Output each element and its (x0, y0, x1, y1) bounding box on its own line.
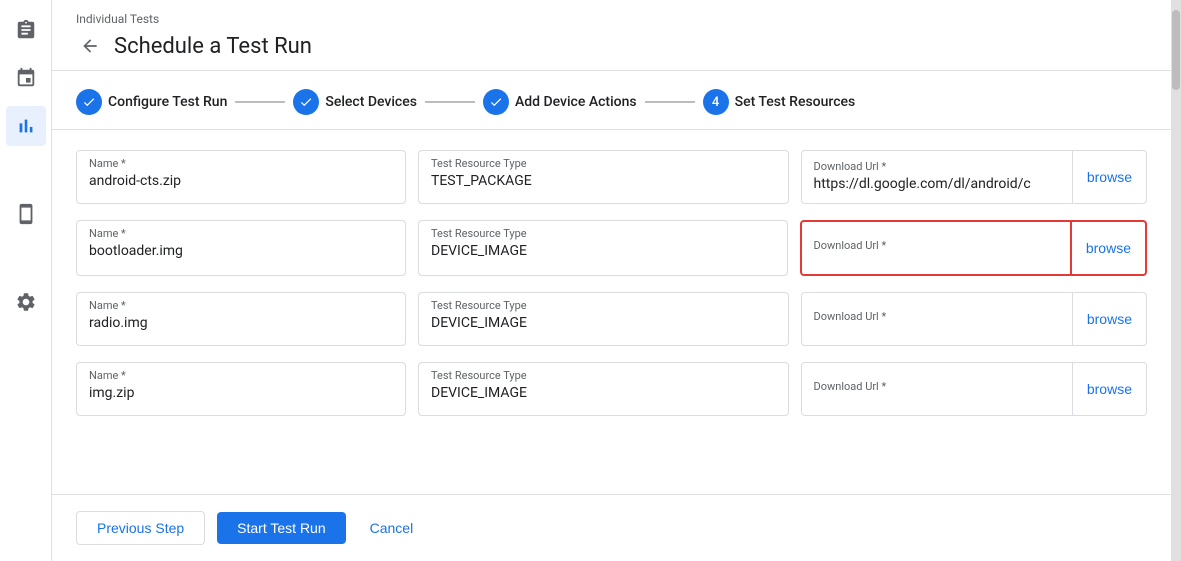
back-button[interactable] (76, 32, 104, 60)
url-label-1: Download Url * (814, 160, 887, 173)
header: Individual Tests Schedule a Test Run (52, 0, 1171, 71)
step-3-circle (483, 89, 509, 115)
url-inner-1: Download Url * https://dl.google.com/dl/… (802, 154, 1072, 200)
step-add-actions: Add Device Actions (483, 89, 637, 115)
name-value-4: img.zip (89, 371, 393, 401)
name-field-1: Name * android-cts.zip (76, 150, 406, 204)
cancel-button[interactable]: Cancel (358, 512, 426, 544)
step-2-label: Select Devices (325, 94, 417, 110)
url-inner-2: Download Url * (802, 233, 1070, 263)
type-label-3: Test Resource Type (431, 299, 527, 312)
resource-row-1: Name * android-cts.zip Test Resource Typ… (76, 150, 1147, 204)
name-label-1: Name * (89, 157, 126, 170)
main-content: Individual Tests Schedule a Test Run Con… (52, 0, 1171, 561)
stepper: Configure Test Run Select Devices Add De… (52, 71, 1171, 130)
url-label-4: Download Url * (814, 380, 887, 393)
step-1-label: Configure Test Run (108, 94, 227, 110)
browse-button-4[interactable]: browse (1072, 363, 1146, 415)
scrollbar-thumb[interactable] (1172, 10, 1180, 90)
url-inner-4: Download Url * (802, 374, 1072, 404)
url-container-3: Download Url * browse (801, 292, 1148, 346)
url-inner-3: Download Url * (802, 304, 1072, 334)
step-4-label: Set Test Resources (735, 94, 856, 110)
scrollbar[interactable] (1171, 0, 1181, 561)
page-title: Schedule a Test Run (114, 34, 312, 59)
resource-row-4: Name * img.zip Test Resource Type DEVICE… (76, 362, 1147, 416)
type-label-4: Test Resource Type (431, 369, 527, 382)
browse-button-1[interactable]: browse (1072, 151, 1146, 203)
calendar-icon[interactable] (6, 58, 46, 98)
url-container-1: Download Url * https://dl.google.com/dl/… (801, 150, 1148, 204)
type-label-2: Test Resource Type (431, 227, 527, 240)
breadcrumb: Individual Tests (76, 12, 1147, 26)
clipboard-icon[interactable] (6, 10, 46, 50)
type-field-1: Test Resource Type TEST_PACKAGE (418, 150, 789, 204)
start-test-run-button[interactable]: Start Test Run (217, 512, 345, 544)
type-label-1: Test Resource Type (431, 157, 527, 170)
name-label-2: Name * (89, 227, 126, 240)
step-test-resources: 4 Set Test Resources (703, 89, 856, 115)
name-label-4: Name * (89, 369, 126, 382)
gear-icon[interactable] (6, 282, 46, 322)
step-1-circle (76, 89, 102, 115)
name-value-1: android-cts.zip (89, 159, 393, 189)
sidebar (0, 0, 52, 561)
name-label-3: Name * (89, 299, 126, 312)
type-field-3: Test Resource Type DEVICE_IMAGE (418, 292, 789, 346)
step-2-circle (293, 89, 319, 115)
browse-button-3[interactable]: browse (1072, 293, 1146, 345)
step-4-number: 4 (712, 95, 719, 110)
footer: Previous Step Start Test Run Cancel (52, 494, 1171, 561)
type-field-2: Test Resource Type DEVICE_IMAGE (418, 220, 788, 276)
resource-row-3: Name * radio.img Test Resource Type DEVI… (76, 292, 1147, 346)
name-field-3: Name * radio.img (76, 292, 406, 346)
url-container-2: Download Url * browse (800, 220, 1148, 276)
connector-2 (425, 101, 475, 103)
connector-3 (645, 101, 695, 103)
chart-icon[interactable] (6, 106, 46, 146)
step-4-circle: 4 (703, 89, 729, 115)
step-3-label: Add Device Actions (515, 94, 637, 110)
previous-step-button[interactable]: Previous Step (76, 511, 205, 545)
url-label-2: Download Url * (814, 239, 887, 252)
name-field-4: Name * img.zip (76, 362, 406, 416)
name-value-2: bootloader.img (89, 229, 393, 259)
step-select-devices: Select Devices (293, 89, 417, 115)
type-field-4: Test Resource Type DEVICE_IMAGE (418, 362, 789, 416)
name-value-3: radio.img (89, 301, 393, 331)
step-configure: Configure Test Run (76, 89, 227, 115)
url-label-3: Download Url * (814, 310, 887, 323)
url-container-4: Download Url * browse (801, 362, 1148, 416)
name-field-2: Name * bootloader.img (76, 220, 406, 276)
browse-button-2[interactable]: browse (1070, 222, 1145, 274)
resource-row-2: Name * bootloader.img Test Resource Type… (76, 220, 1147, 276)
connector-1 (235, 101, 285, 103)
phone-icon[interactable] (6, 194, 46, 234)
content-area: Name * android-cts.zip Test Resource Typ… (52, 130, 1171, 494)
